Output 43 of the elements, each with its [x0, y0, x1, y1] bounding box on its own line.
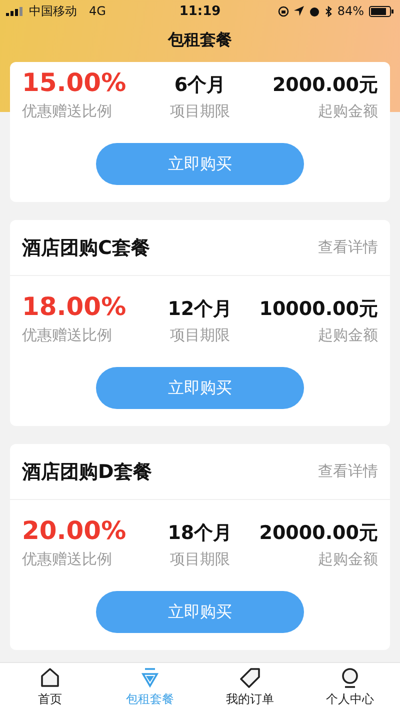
buy-button[interactable]: 立即购买 [96, 367, 304, 409]
rate-label: 优惠赠送比例 [22, 550, 112, 569]
lock-rotation-icon [278, 6, 290, 16]
bluetooth-icon [325, 6, 332, 16]
term-value: 12个月 [168, 297, 232, 322]
home-icon [39, 666, 61, 688]
term-label: 项目期限 [170, 326, 230, 345]
buy-button[interactable]: 立即购买 [96, 143, 304, 185]
clock-time: 11:19 [179, 4, 221, 18]
package-name: 酒店团购C套餐 [22, 236, 150, 260]
term-label: 项目期限 [170, 102, 230, 121]
person-icon [339, 666, 361, 688]
bonus-rate: 20.00% [22, 514, 126, 546]
signal-icon [6, 6, 23, 16]
details-link[interactable]: 查看详情 [318, 238, 378, 257]
amount-label: 起购金额 [318, 326, 378, 345]
location-icon [294, 6, 304, 16]
term-value: 18个月 [168, 521, 232, 546]
details-link[interactable]: 查看详情 [318, 462, 378, 481]
page-title: 包租套餐 [166, 28, 233, 50]
amount-value: 10000.00元 [259, 297, 378, 322]
diamond-icon [139, 666, 161, 688]
battery-icon [369, 6, 394, 16]
battery-percent: 84% [337, 4, 364, 18]
carrier-name: 中国移动 [29, 2, 77, 20]
tab-item[interactable]: 首页 [0, 663, 100, 711]
term-value: 6个月 [174, 73, 226, 98]
tab-item[interactable]: 我的订单 [200, 663, 300, 711]
amount-value: 20000.00元 [259, 521, 378, 546]
rate-label: 优惠赠送比例 [22, 326, 112, 345]
package-name: 酒店团购D套餐 [22, 460, 152, 484]
tag-icon [239, 666, 261, 688]
network-type: 4G [89, 4, 106, 18]
buy-button[interactable]: 立即购买 [96, 591, 304, 633]
rate-label: 优惠赠送比例 [22, 102, 112, 121]
amount-label: 起购金额 [318, 550, 378, 569]
amount-value: 2000.00元 [272, 73, 378, 98]
amount-label: 起购金额 [318, 102, 378, 121]
bonus-rate: 18.00% [22, 290, 126, 322]
bonus-rate: 15.00% [22, 66, 126, 98]
tab-item[interactable]: 包租套餐 [100, 663, 200, 711]
tab-item[interactable]: 个人中心 [300, 663, 400, 711]
term-label: 项目期限 [170, 550, 230, 569]
